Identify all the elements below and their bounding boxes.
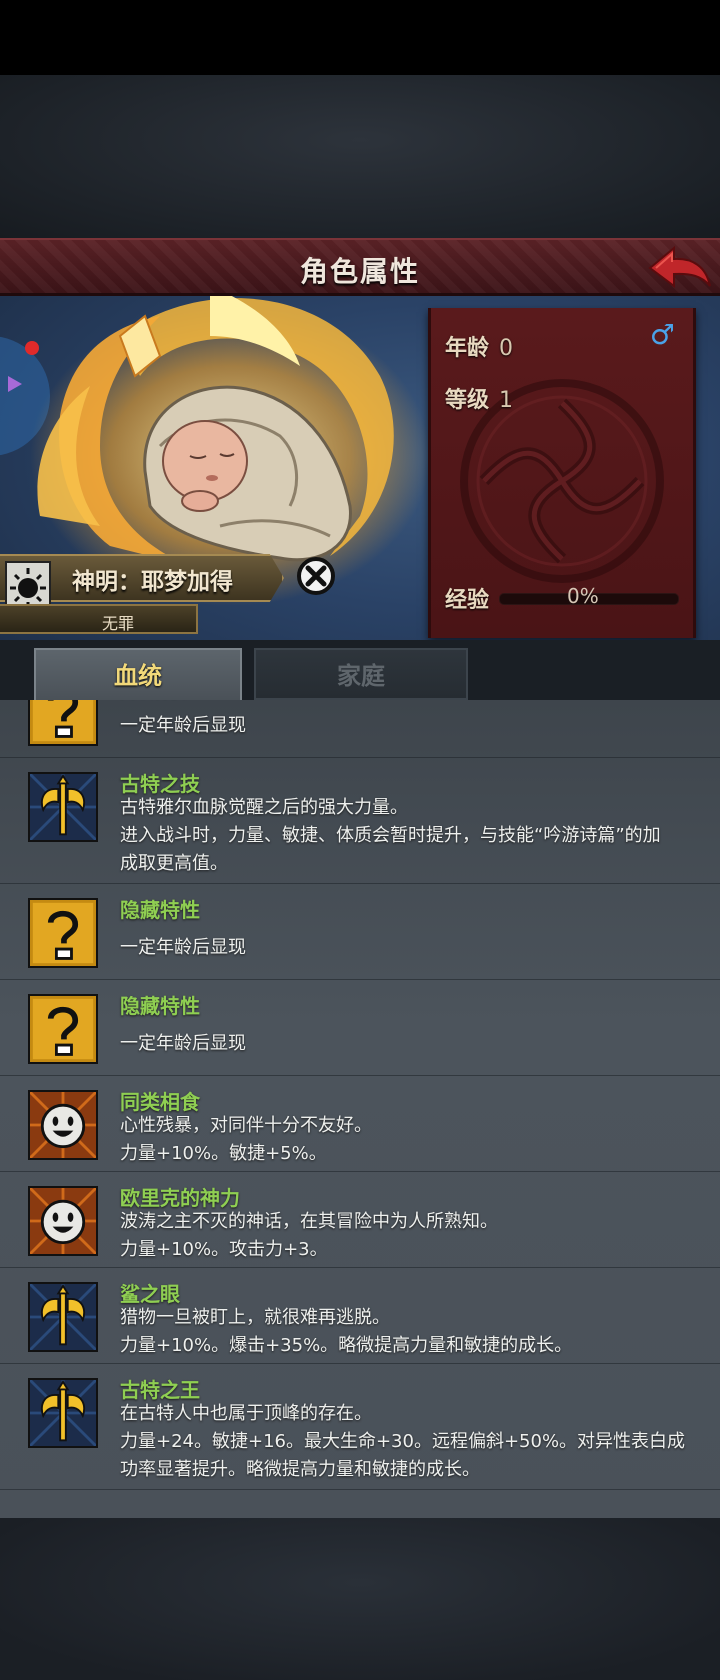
trait-row[interactable]: 同类相食 心性残暴，对同伴十分不友好。 力量+10%。敏捷+5%。 <box>0 1076 720 1172</box>
trait-row[interactable]: 古特之王 在古特人中也属于顶峰的存在。力量+24。敏捷+16。最大生命+30。远程… <box>0 1364 720 1490</box>
back-arrow-icon[interactable] <box>644 242 714 294</box>
axe-icon <box>28 1378 98 1448</box>
trait-description-line: 一定年龄后显现 <box>120 1033 246 1054</box>
xp-percent: 0% <box>567 584 599 608</box>
trait-description-line: 力量+10%。敏捷+5%。 <box>120 1143 327 1164</box>
question-icon <box>28 994 98 1064</box>
xp-label: 经验 <box>445 588 490 613</box>
trait-description-line: 古特雅尔血脉觉醒之后的强大力量。 <box>120 797 408 818</box>
close-icon[interactable] <box>296 556 336 596</box>
trait-description-line: 功率显著提升。略微提高力量和敏捷的成长。 <box>120 1459 480 1480</box>
trait-description-line: 在古特人中也属于顶峰的存在。 <box>120 1403 372 1424</box>
trait-title: 古特之王 <box>120 1378 200 1402</box>
question-icon <box>28 898 98 968</box>
tab-bloodline[interactable]: 血统 <box>34 648 242 700</box>
trait-row[interactable]: 欧里克的神力 波涛之主不灭的神话，在其冒险中为人所熟知。 力量+10%。攻击力+3。 <box>0 1172 720 1268</box>
age-row: 年龄 0 <box>445 330 513 362</box>
trait-title: 隐藏特性 <box>120 994 200 1018</box>
trait-description-line: 猎物一旦被盯上，就很难再逃脱。 <box>120 1307 390 1328</box>
trait-description-line: 力量+10%。攻击力+3。 <box>120 1239 328 1260</box>
trait-row[interactable]: 隐藏特性一定年龄后显现 <box>0 980 720 1076</box>
smiley-icon <box>28 1186 98 1256</box>
trait-row[interactable]: 古特之技 古特雅尔血脉觉醒之后的强大力量。进入战斗时，力量、敏捷、体质会暂时提升，… <box>0 758 720 884</box>
smiley-icon <box>28 1090 98 1160</box>
level-label: 等级 <box>445 388 490 413</box>
tab-family[interactable]: 家庭 <box>254 648 468 700</box>
trait-title: 欧里克的神力 <box>120 1186 240 1210</box>
trait-description-line: 成取更高值。 <box>120 853 228 874</box>
question-icon <box>28 700 98 746</box>
trait-row[interactable]: 鲨之眼 猎物一旦被盯上，就很难再逃脱。力量+10%。爆击+35%。略微提高力量和敏… <box>0 1268 720 1364</box>
bottom-background <box>0 1518 720 1680</box>
male-gender-icon: ♂ <box>649 318 675 351</box>
age-label: 年龄 <box>445 336 490 361</box>
level-row: 等级 1 <box>445 382 513 414</box>
trait-description-line: 力量+10%。爆击+35%。略微提高力量和敏捷的成长。 <box>120 1335 573 1356</box>
trait-title: 隐藏特性 <box>120 898 200 922</box>
title-bar: 角色属性 <box>0 238 720 296</box>
trait-title: 鲨之眼 <box>120 1282 180 1306</box>
trait-title: 同类相食 <box>120 1090 200 1114</box>
trait-row[interactable]: 隐藏特性一定年龄后显现 <box>0 700 720 758</box>
trait-title: 隐藏特性 <box>120 700 200 701</box>
sin-status-plate <box>0 604 198 634</box>
trait-description-line: 波涛之主不灭的神话，在其冒险中为人所熟知。 <box>120 1211 498 1232</box>
top-background <box>0 75 720 238</box>
trait-row[interactable]: 隐藏特性一定年龄后显现 <box>0 884 720 980</box>
trait-description-line: 一定年龄后显现 <box>120 937 246 958</box>
trait-description-line: 心性残暴，对同伴十分不友好。 <box>120 1115 372 1136</box>
trait-description-line: 一定年龄后显现 <box>120 715 246 736</box>
age-value: 0 <box>499 336 514 361</box>
page-title: 角色属性 <box>299 255 420 288</box>
level-value: 1 <box>499 388 514 413</box>
trait-title: 古特之技 <box>120 772 200 796</box>
trait-list-inner: 隐藏特性一定年龄后显现古特之技古特雅尔血脉觉醒之后的强大力量。进入战斗时，力量、… <box>0 700 720 1490</box>
sin-status: 无罪 <box>102 614 135 633</box>
stats-banner: 年龄 0 ♂ 等级 1 经验 0% <box>428 308 696 638</box>
axe-icon <box>28 1282 98 1352</box>
trait-list[interactable]: 隐藏特性一定年龄后显现古特之技古特雅尔血脉觉醒之后的强大力量。进入战斗时，力量、… <box>0 700 720 1518</box>
status-bar-area <box>0 0 720 75</box>
deity-name: 神明：耶梦加得 <box>72 569 233 595</box>
trait-description-line: 力量+24。敏捷+16。最大生命+30。远程偏斜+50%。对异性表白成 <box>120 1431 686 1452</box>
axe-icon <box>28 772 98 842</box>
trait-description-line: 进入战斗时，力量、敏捷、体质会暂时提升，与技能“吟游诗篇”的加 <box>120 825 661 846</box>
